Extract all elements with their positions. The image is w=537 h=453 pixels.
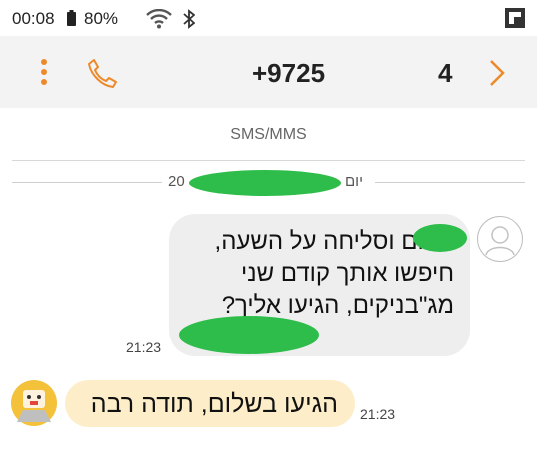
outgoing-message-bubble[interactable]: הגיעו בשלום, תודה רבה (65, 380, 355, 427)
chevron-right-icon[interactable] (486, 58, 508, 88)
wifi-icon (146, 9, 172, 29)
channel-divider (12, 160, 525, 161)
user-avatar[interactable] (11, 380, 57, 426)
person-icon (485, 226, 515, 256)
phone-icon[interactable] (86, 58, 118, 88)
outgoing-message-text: הגיעו בשלום, תודה רבה (90, 390, 338, 418)
screenshot-icon (505, 8, 525, 28)
date-prefix: 20 (168, 173, 185, 190)
status-bar: 00:08 80% (0, 0, 537, 36)
bluetooth-icon (183, 9, 195, 29)
number-redaction (330, 56, 430, 90)
status-time: 00:08 (12, 9, 55, 28)
contact-avatar[interactable] (477, 216, 523, 262)
more-vert-icon[interactable] (34, 58, 54, 86)
outgoing-message-time: 21:23 (360, 406, 396, 422)
battery-percent: 80% (84, 9, 119, 28)
text-redaction (179, 316, 319, 354)
battery-icon (67, 10, 76, 26)
name-redaction (413, 224, 467, 252)
incoming-message-time: 21:23 (126, 339, 162, 355)
contact-number-start: +9725 (252, 58, 326, 88)
date-divider-right (375, 182, 525, 183)
date-redaction (189, 170, 341, 196)
channel-label: SMS/MMS (230, 126, 307, 143)
conversation-header: +9725 4 (0, 36, 537, 108)
cartoon-avatar-icon (11, 380, 57, 426)
date-suffix: יום (345, 173, 363, 190)
date-divider-left (12, 182, 162, 183)
contact-number-end: 4 (438, 58, 453, 88)
